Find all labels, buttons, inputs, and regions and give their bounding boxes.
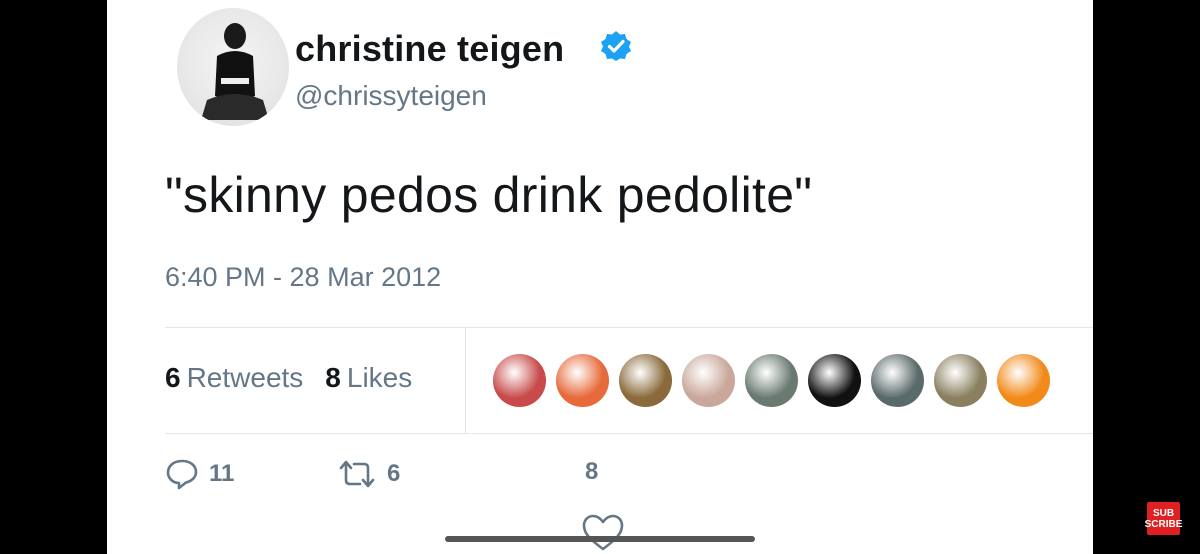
liker-avatars (493, 354, 1050, 407)
liker-avatar-6[interactable] (808, 354, 861, 407)
reply-icon (166, 459, 198, 490)
divider (165, 327, 1093, 328)
liker-avatar-5[interactable] (745, 354, 798, 407)
retweets-stat[interactable]: 6 Retweets (165, 362, 303, 394)
likes-stat[interactable]: 8 Likes (325, 362, 412, 394)
subscribe-button[interactable]: SUB SCRIBE (1145, 502, 1182, 535)
retweet-button[interactable]: 6 (337, 458, 400, 490)
display-name[interactable]: christine teigen (295, 28, 564, 70)
profile-avatar[interactable] (177, 8, 289, 126)
verified-badge-icon (601, 31, 631, 61)
reply-count: 11 (209, 460, 235, 487)
heart-icon[interactable] (581, 513, 625, 553)
liker-avatar-4[interactable] (682, 354, 735, 407)
stats-separator (465, 327, 466, 433)
avatar-figure-icon (201, 23, 269, 120)
tweet-actions: 11 6 8 (165, 458, 725, 518)
like-count: 8 (585, 458, 599, 485)
tweet-card: christine teigen @chrissyteigen "skinny … (107, 0, 1093, 554)
liker-avatar-8[interactable] (934, 354, 987, 407)
like-button[interactable]: 8 (585, 458, 598, 486)
reply-button[interactable]: 11 (165, 458, 234, 490)
liker-avatar-7[interactable] (871, 354, 924, 407)
divider (165, 433, 1093, 434)
liker-avatar-2[interactable] (556, 354, 609, 407)
liker-avatar-1[interactable] (493, 354, 546, 407)
tweet-timestamp[interactable]: 6:40 PM - 28 Mar 2012 (165, 262, 441, 293)
user-handle[interactable]: @chrissyteigen (295, 80, 487, 112)
retweet-count: 6 (387, 460, 401, 487)
tweet-text: "skinny pedos drink pedolite" (165, 167, 813, 223)
retweet-icon (339, 460, 375, 488)
liker-avatar-9[interactable] (997, 354, 1050, 407)
engagement-stats: 6 Retweets 8 Likes (165, 362, 412, 394)
liker-avatar-3[interactable] (619, 354, 672, 407)
scrollbar[interactable] (445, 536, 755, 542)
